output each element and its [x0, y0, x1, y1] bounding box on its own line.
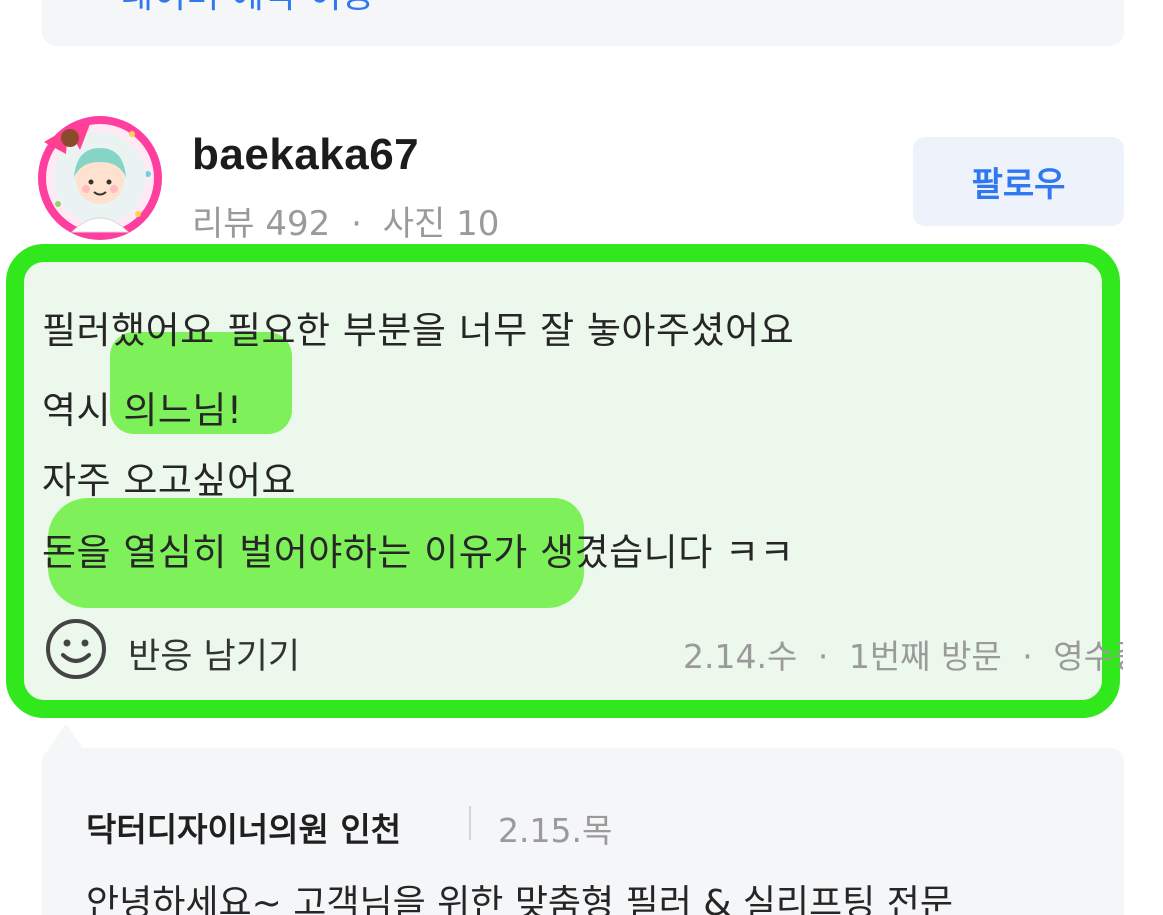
review-text-line: 돈을 열심히 벌어야하는 이유가 생겼습니다 ㅋㅋ [42, 531, 795, 574]
meta-separator: · [351, 204, 362, 244]
reply-card-pointer [48, 724, 84, 750]
previous-card-text: 네이버 예약 이용 [120, 0, 375, 18]
visit-info: 2.14.수 · 1번째 방문 · 영수증 [683, 630, 1123, 678]
visit-separator: · [1022, 637, 1033, 676]
review-text-line: 자주 오고싶어요 [42, 459, 297, 502]
visit-count: 1번째 방문 [848, 637, 1002, 676]
reply-divider [469, 806, 471, 840]
leave-reaction-button[interactable]: 반응 남기기 [128, 628, 300, 679]
review-text-line: 역시 의느님! [42, 389, 243, 432]
visit-separator: · [817, 637, 829, 676]
reply-date: 2.15.목 [498, 811, 613, 850]
photo-count: 사진 10 [382, 204, 500, 244]
receipt-label: 영수증 [1053, 637, 1123, 676]
reply-business-name[interactable]: 닥터디자이너의원 인천 [86, 803, 401, 851]
smiley-icon[interactable] [44, 617, 108, 681]
review-count: 리뷰 492 [192, 204, 331, 244]
avatar[interactable] [28, 104, 174, 240]
visit-date: 2.14.수 [683, 637, 798, 676]
reply-text: 안녕하세요~ 고객님을 위한 맞춤형 필러 & 실리프팅 전문 [86, 883, 953, 915]
previous-card: 네이버 예약 이용 [42, 0, 1124, 46]
review-text-line: 필러했어요 필요한 부분을 너무 잘 놓아주셨어요 [42, 309, 795, 352]
reviewer-stats: 리뷰 492 · 사진 10 [192, 196, 499, 245]
follow-button[interactable]: 팔로우 [913, 137, 1124, 226]
reviewer-username[interactable]: baekaka67 [192, 130, 419, 180]
